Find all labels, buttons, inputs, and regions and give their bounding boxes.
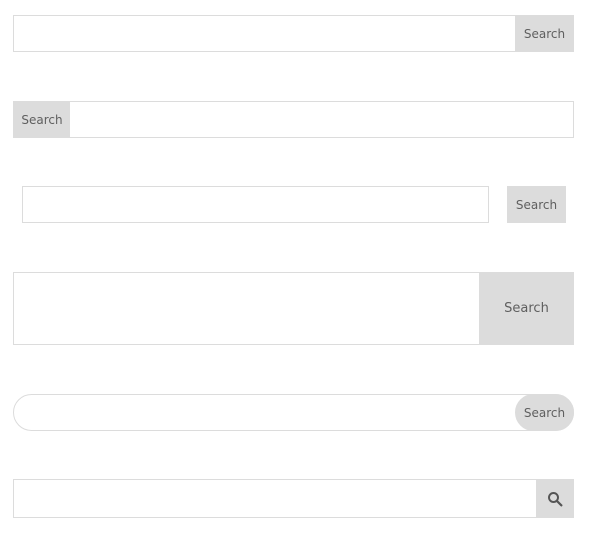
search-input[interactable] — [22, 186, 489, 223]
search-form-button-right: Search — [13, 15, 574, 52]
search-button[interactable]: Search — [479, 272, 574, 345]
search-form-icon — [13, 479, 574, 518]
search-input[interactable] — [13, 272, 480, 345]
search-button[interactable]: Search — [507, 186, 566, 223]
search-input[interactable] — [13, 394, 574, 431]
search-button[interactable]: Search — [515, 15, 574, 52]
search-form-pill: Search — [13, 394, 574, 431]
search-form-button-separated: Search — [22, 186, 566, 223]
search-icon — [548, 491, 563, 506]
search-button[interactable]: Search — [515, 394, 574, 431]
search-form-button-left: Search — [13, 101, 574, 138]
search-input[interactable] — [70, 101, 574, 138]
search-input[interactable] — [13, 479, 537, 518]
search-icon-button[interactable] — [536, 479, 574, 518]
search-input[interactable] — [13, 15, 516, 52]
search-form-tall: Search — [13, 272, 574, 345]
search-button[interactable]: Search — [13, 101, 71, 138]
